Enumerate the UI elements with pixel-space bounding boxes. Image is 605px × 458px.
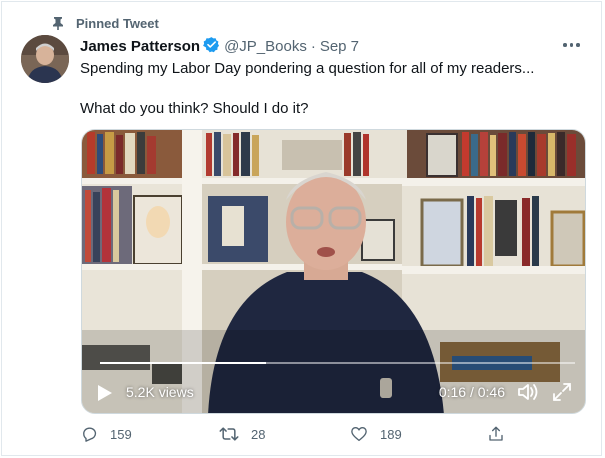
tweet-actions: 159 28 189 bbox=[80, 425, 510, 449]
retweet-count: 28 bbox=[251, 426, 266, 442]
avatar[interactable] bbox=[21, 35, 69, 83]
view-count: 5.2K views bbox=[126, 384, 194, 400]
video-frame bbox=[82, 130, 585, 413]
verified-badge-icon bbox=[203, 36, 220, 57]
progress-fill bbox=[100, 362, 267, 364]
like-icon bbox=[351, 427, 367, 442]
author-handle[interactable]: @JP_Books bbox=[224, 38, 307, 55]
fullscreen-icon[interactable] bbox=[551, 381, 573, 403]
video-player[interactable]: 5.2K views 0:16 / 0:46 bbox=[81, 129, 586, 414]
more-icon[interactable] bbox=[563, 38, 583, 52]
separator-dot: · bbox=[310, 38, 316, 55]
like-count: 189 bbox=[380, 426, 402, 442]
volume-icon[interactable] bbox=[517, 382, 539, 402]
pinned-label: Pinned Tweet bbox=[76, 15, 159, 31]
play-icon[interactable] bbox=[97, 384, 113, 402]
like-button[interactable]: 189 bbox=[350, 425, 402, 443]
tweet-card[interactable]: Pinned Tweet James Patterson @JP_Books ·… bbox=[1, 1, 602, 456]
retweet-button[interactable]: 28 bbox=[219, 425, 265, 443]
tweet-date[interactable]: Sep 7 bbox=[320, 38, 359, 55]
video-time: 0:16 / 0:46 bbox=[438, 384, 505, 400]
share-icon bbox=[489, 426, 503, 441]
reply-count: 159 bbox=[110, 426, 132, 442]
reply-button[interactable]: 159 bbox=[80, 425, 132, 443]
author-name[interactable]: James Patterson bbox=[80, 38, 200, 55]
tweet-text-line-2: What do you think? Should I do it? bbox=[80, 100, 309, 117]
retweet-icon bbox=[219, 427, 239, 441]
share-button[interactable] bbox=[487, 425, 517, 443]
reply-icon bbox=[83, 427, 97, 442]
pinned-indicator: Pinned Tweet bbox=[52, 14, 159, 32]
tweet-text-line-1: Spending my Labor Day pondering a questi… bbox=[80, 60, 535, 77]
pin-icon bbox=[53, 17, 63, 30]
tweet-header: James Patterson @JP_Books · Sep 7 bbox=[80, 36, 359, 57]
tweet-text: Spending my Labor Day pondering a questi… bbox=[80, 59, 580, 119]
progress-bar[interactable] bbox=[100, 362, 575, 364]
